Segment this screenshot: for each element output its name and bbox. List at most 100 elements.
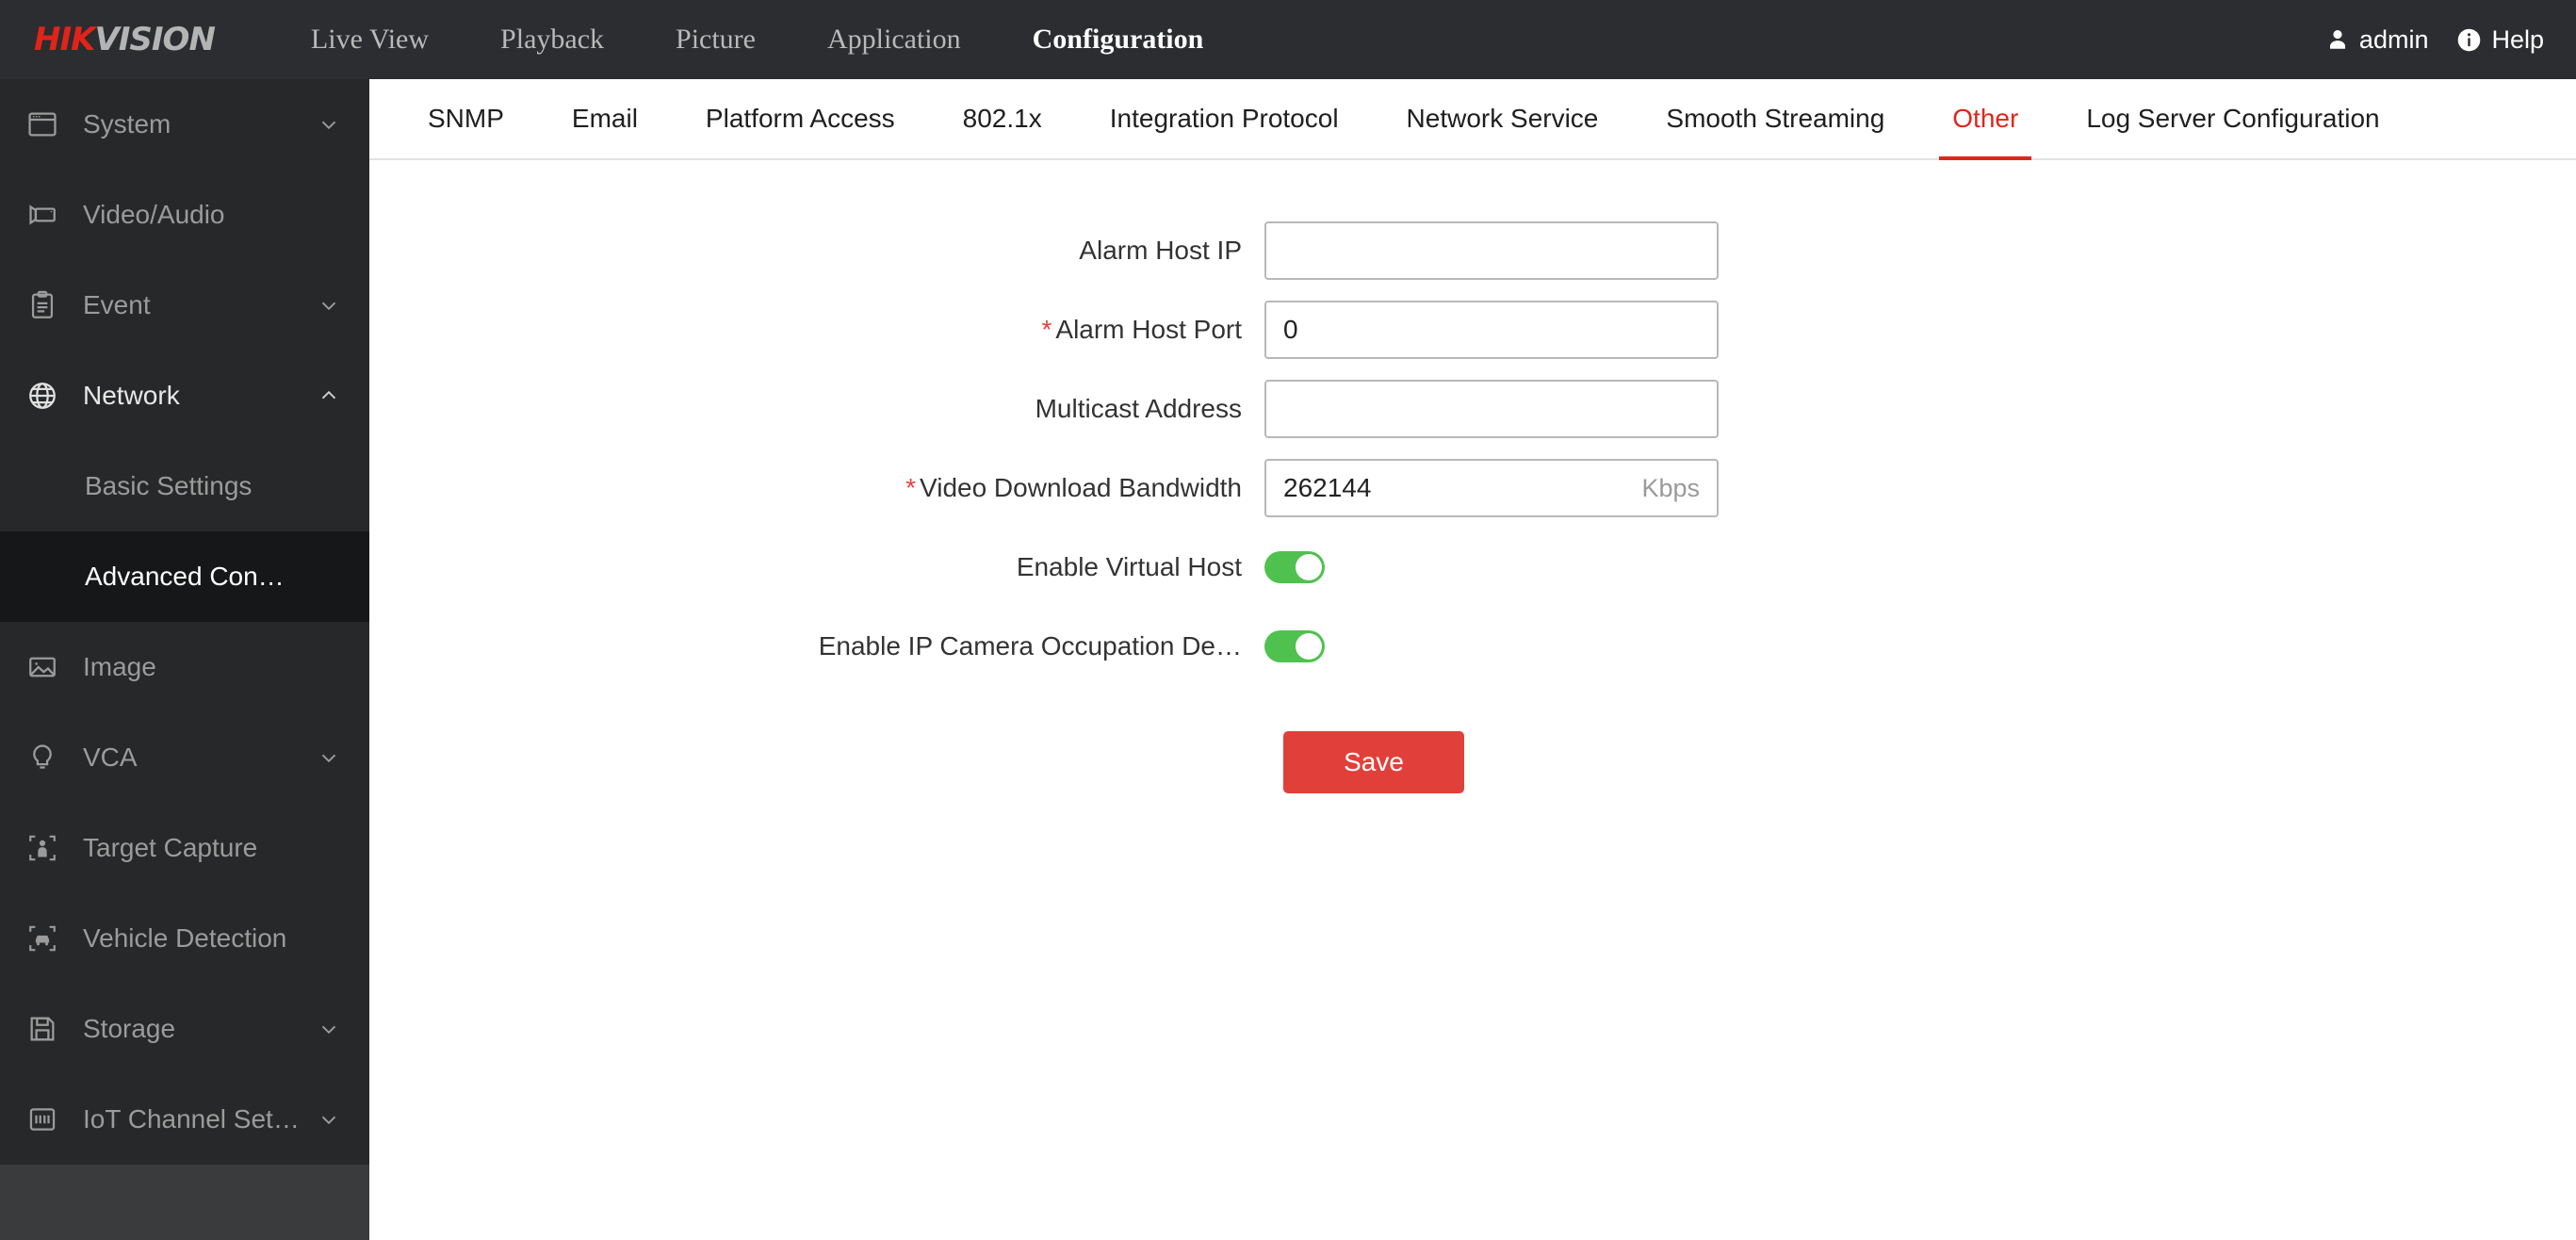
sidebar-item-image[interactable]: Image bbox=[0, 622, 369, 712]
form-row-video-download-bandwidth: * Video Download Bandwidth 262144 Kbps bbox=[369, 449, 2576, 528]
sidebar-item-event[interactable]: Event bbox=[0, 260, 369, 351]
picture-icon bbox=[26, 651, 66, 683]
clipboard-icon bbox=[26, 289, 66, 321]
form-row-enable-virtual-host: Enable Virtual Host bbox=[369, 528, 2576, 607]
sidebar-footer bbox=[0, 1165, 369, 1240]
topnav-item-application[interactable]: Application bbox=[791, 0, 997, 79]
globe-icon bbox=[26, 380, 66, 412]
logo-hik-text: HIK bbox=[34, 21, 95, 58]
sidebar-item-vehicle-detection[interactable]: Vehicle Detection bbox=[0, 893, 369, 984]
alarm-host-ip-label: Alarm Host IP bbox=[1079, 236, 1242, 265]
sidebar-item-label: Video/Audio bbox=[83, 200, 225, 229]
sidebar-item-label: Target Capture bbox=[83, 833, 258, 862]
hikvision-logo: HIKVISION bbox=[34, 21, 216, 58]
save-button-container: Save bbox=[369, 686, 2576, 793]
enable-ip-camera-occupation-field bbox=[1264, 630, 1325, 662]
tab-other[interactable]: Other bbox=[1918, 79, 2052, 160]
tab-snmp[interactable]: SNMP bbox=[394, 79, 538, 158]
topnav-item-picture[interactable]: Picture bbox=[640, 0, 791, 79]
input-value: 262144 bbox=[1283, 473, 1372, 502]
form-row-enable-ip-camera-occupation: Enable IP Camera Occupation De… bbox=[369, 607, 2576, 686]
sidebar-item-basic-settings[interactable]: Basic Settings bbox=[0, 441, 369, 531]
tab-bar: SNMP Email Platform Access 802.1x Integr… bbox=[369, 79, 2576, 160]
chevron-down-icon bbox=[317, 745, 341, 770]
sidebar-item-video-audio[interactable]: Video/Audio bbox=[0, 170, 369, 260]
enable-virtual-host-label: Enable Virtual Host bbox=[1016, 552, 1242, 581]
app-root: HIKVISION Live View Playback Picture App… bbox=[0, 0, 2576, 1240]
topnav-item-live-view[interactable]: Live View bbox=[275, 0, 465, 79]
tab-email[interactable]: Email bbox=[538, 79, 672, 158]
app-header: HIKVISION Live View Playback Picture App… bbox=[0, 0, 2576, 79]
input-value: 0 bbox=[1283, 315, 1298, 344]
video-download-bandwidth-label: * Video Download Bandwidth bbox=[369, 473, 1264, 503]
alarm-host-ip-field bbox=[1264, 221, 1719, 280]
user-menu[interactable]: admin bbox=[2325, 24, 2429, 55]
app-body: System Video/Audio Event Network Basic S… bbox=[0, 79, 2576, 1240]
required-marker: * bbox=[905, 473, 917, 502]
sidebar-item-label: VCA bbox=[83, 742, 138, 772]
user-label: admin bbox=[2358, 24, 2429, 54]
camcorder-icon bbox=[26, 199, 66, 231]
content-area: SNMP Email Platform Access 802.1x Integr… bbox=[369, 79, 2576, 1240]
top-navigation: Live View Playback Picture Application C… bbox=[275, 0, 1239, 79]
floppy-icon bbox=[26, 1013, 66, 1045]
form-row-alarm-host-ip: Alarm Host IP bbox=[369, 211, 2576, 290]
bulb-icon bbox=[26, 742, 66, 774]
help-label: Help bbox=[2491, 24, 2544, 54]
alarm-host-port-input[interactable]: 0 bbox=[1264, 301, 1719, 359]
input-unit-label: Kbps bbox=[1641, 473, 1700, 502]
toggle-knob bbox=[1296, 554, 1322, 580]
video-download-bandwidth-input[interactable]: 262144 Kbps bbox=[1264, 459, 1719, 517]
label-text: Alarm Host Port bbox=[1055, 315, 1242, 344]
multicast-address-field bbox=[1264, 380, 1719, 438]
alarm-host-port-field: 0 bbox=[1264, 301, 1719, 359]
tab-log-server-configuration[interactable]: Log Server Configuration bbox=[2052, 79, 2413, 158]
sidebar: System Video/Audio Event Network Basic S… bbox=[0, 79, 369, 1240]
sidebar-item-advanced-configuration[interactable]: Advanced Con… bbox=[0, 531, 369, 622]
info-circle-icon bbox=[2456, 27, 2482, 53]
sidebar-item-storage[interactable]: Storage bbox=[0, 984, 369, 1074]
sidebar-subitem-label: Advanced Con… bbox=[85, 562, 285, 591]
sidebar-subitem-label: Basic Settings bbox=[85, 471, 253, 500]
label-text: Video Download Bandwidth bbox=[920, 473, 1242, 502]
sidebar-item-system[interactable]: System bbox=[0, 79, 369, 170]
tab-802-1x[interactable]: 802.1x bbox=[929, 79, 1076, 158]
enable-ip-camera-occupation-toggle[interactable] bbox=[1264, 630, 1325, 662]
form-row-multicast-address: Multicast Address bbox=[369, 369, 2576, 449]
video-download-bandwidth-field: 262144 Kbps bbox=[1264, 459, 1719, 517]
sidebar-item-label: Vehicle Detection bbox=[83, 923, 287, 953]
multicast-address-label: Multicast Address bbox=[1035, 394, 1242, 423]
save-button[interactable]: Save bbox=[1283, 731, 1464, 793]
sidebar-item-network[interactable]: Network bbox=[0, 351, 369, 441]
form-row-alarm-host-port: * Alarm Host Port 0 bbox=[369, 290, 2576, 369]
sidebar-item-target-capture[interactable]: Target Capture bbox=[0, 803, 369, 893]
person-frame-icon bbox=[26, 832, 66, 864]
sidebar-item-label: Storage bbox=[83, 1014, 176, 1043]
tab-integration-protocol[interactable]: Integration Protocol bbox=[1076, 79, 1373, 158]
enable-ip-camera-occupation-label: Enable IP Camera Occupation De… bbox=[818, 631, 1242, 661]
sidebar-item-label: Event bbox=[83, 290, 151, 319]
sidebar-item-iot-channel-settings[interactable]: IoT Channel Set… bbox=[0, 1074, 369, 1165]
car-frame-icon bbox=[26, 922, 66, 954]
iot-icon bbox=[26, 1103, 66, 1135]
tab-smooth-streaming[interactable]: Smooth Streaming bbox=[1632, 79, 1918, 158]
alarm-host-ip-input[interactable] bbox=[1264, 221, 1719, 280]
tab-network-service[interactable]: Network Service bbox=[1373, 79, 1633, 158]
sidebar-item-label: IoT Channel Set… bbox=[83, 1104, 300, 1134]
topnav-item-playback[interactable]: Playback bbox=[465, 0, 640, 79]
sidebar-item-label: System bbox=[83, 109, 171, 139]
chevron-up-icon bbox=[317, 383, 341, 408]
topnav-item-configuration[interactable]: Configuration bbox=[997, 0, 1240, 79]
chevron-down-icon bbox=[317, 1017, 341, 1041]
alarm-host-port-label: * Alarm Host Port bbox=[369, 315, 1264, 345]
sidebar-item-label: Image bbox=[83, 652, 156, 681]
help-link[interactable]: Help bbox=[2456, 25, 2544, 55]
sidebar-item-vca[interactable]: VCA bbox=[0, 712, 369, 803]
tab-platform-access[interactable]: Platform Access bbox=[672, 79, 929, 158]
toggle-knob bbox=[1296, 633, 1322, 660]
logo-vision-text: VISION bbox=[94, 21, 215, 58]
chevron-down-icon bbox=[317, 293, 341, 318]
multicast-address-input[interactable] bbox=[1264, 380, 1719, 438]
enable-virtual-host-toggle[interactable] bbox=[1264, 551, 1325, 583]
user-icon bbox=[2325, 26, 2350, 53]
